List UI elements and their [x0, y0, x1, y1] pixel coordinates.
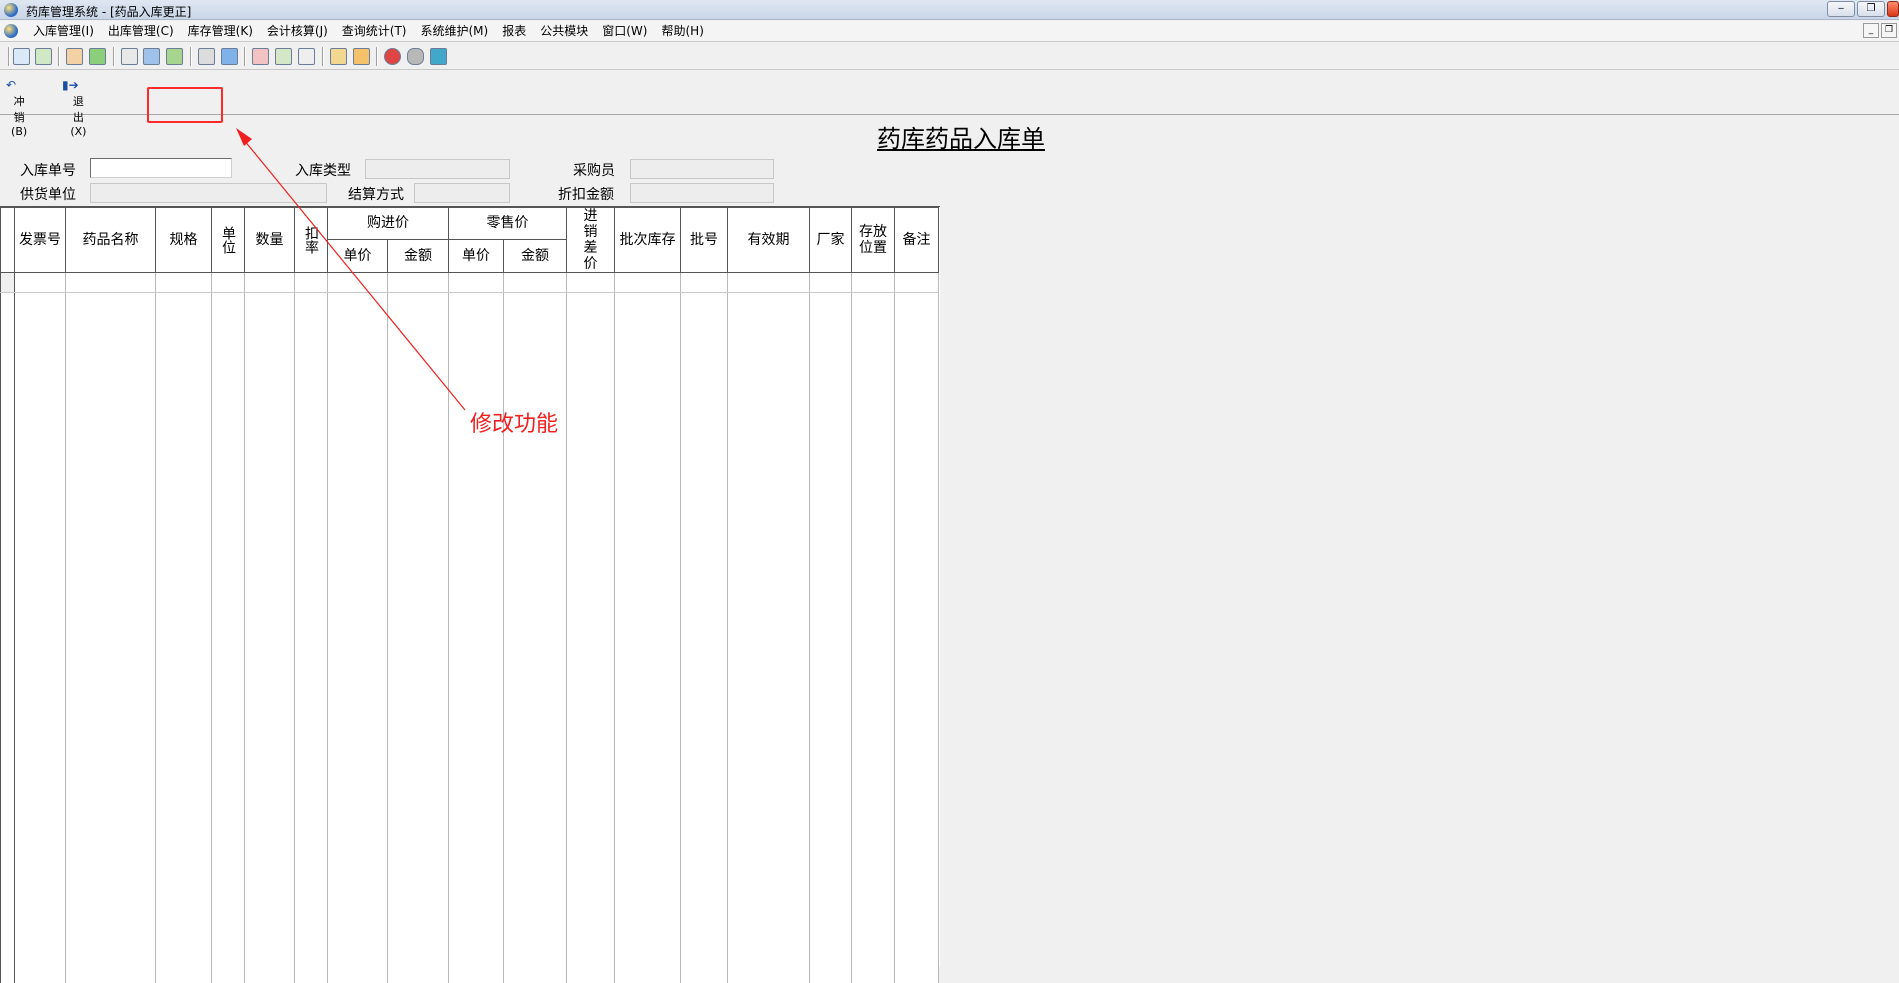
arrow-line — [243, 139, 466, 411]
annotation-label: 修改功能 — [470, 412, 559, 437]
arrow-head — [236, 128, 252, 146]
annotation-arrow — [236, 128, 466, 411]
